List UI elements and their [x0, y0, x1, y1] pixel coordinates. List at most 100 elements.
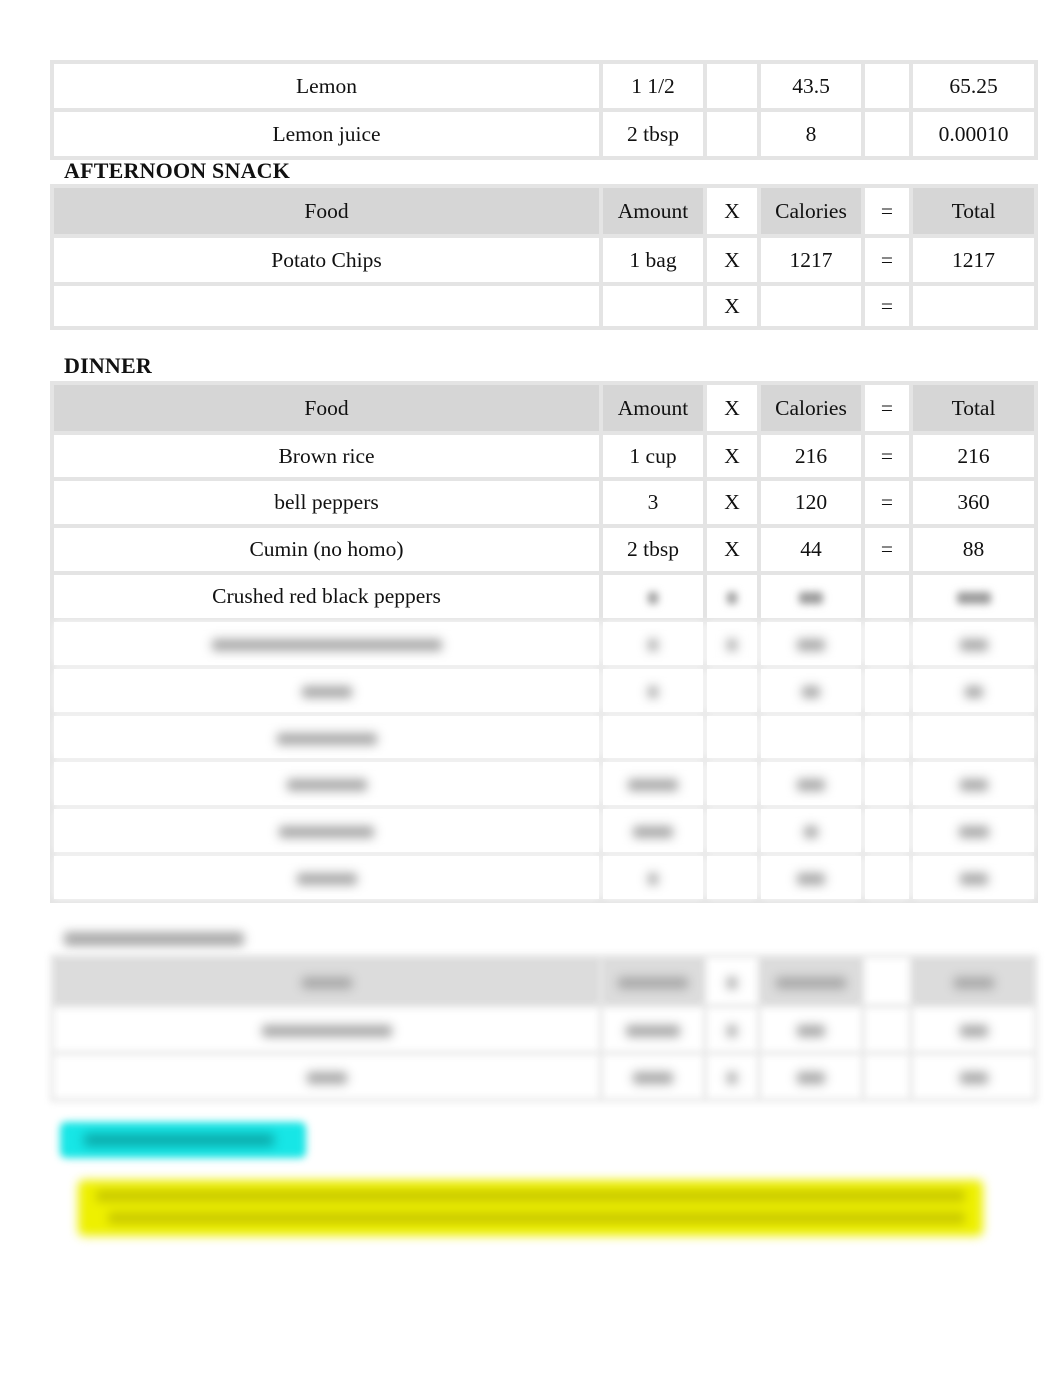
times-cell: X	[703, 477, 761, 528]
afternoon-snack-table: Food Amount X Calories = Total Potato Ch…	[50, 184, 1038, 330]
blurred-text	[797, 779, 825, 792]
total-cell	[909, 758, 1038, 809]
blurred-text	[286, 779, 367, 792]
header-times: X	[703, 184, 761, 238]
food-cell	[50, 282, 603, 330]
cyan-highlight-note	[60, 1122, 306, 1158]
header-calories: Calories	[757, 184, 865, 238]
amount-cell: 1 cup	[599, 431, 707, 481]
header-times: X	[703, 381, 761, 435]
calories-cell: 8	[757, 108, 865, 160]
blurred-text	[633, 1072, 673, 1085]
amount-cell: 2 tbsp	[599, 108, 707, 160]
calories-cell	[757, 282, 865, 330]
blurred-text	[628, 779, 678, 792]
equals-cell: =	[861, 234, 913, 286]
equals-cell: =	[861, 524, 913, 575]
blurred-text	[959, 1025, 988, 1038]
calories-cell: 1217	[757, 234, 865, 286]
calories-cell	[757, 665, 865, 716]
blurred-text	[802, 686, 820, 699]
blurred-table-row	[50, 1004, 1038, 1055]
blurred-text	[301, 976, 352, 989]
blurred-text	[276, 732, 377, 745]
equals-cell	[861, 618, 913, 669]
food-cell: Cumin (no homo)	[50, 524, 603, 575]
food-cell	[50, 1051, 603, 1102]
table-row: Potato Chips 1 bag X 1217 = 1217	[50, 234, 1038, 286]
times-cell: X	[703, 524, 761, 575]
calories-cell: 43.5	[757, 60, 865, 112]
blurred-text	[956, 592, 991, 605]
table-row: Brown rice 1 cup X 216 = 216	[50, 431, 1038, 481]
times-cell: X	[703, 431, 761, 481]
equals-cell	[861, 805, 913, 856]
blurred-text	[296, 873, 357, 886]
equals-cell: =	[861, 477, 913, 528]
section-title-blurred	[64, 930, 244, 948]
total-cell: 65.25	[909, 60, 1038, 112]
food-cell	[50, 618, 603, 669]
total-cell	[909, 665, 1038, 716]
equals-cell	[861, 712, 913, 762]
times-cell	[703, 108, 761, 160]
blurred-text	[727, 639, 737, 652]
blurred-text	[797, 1072, 825, 1085]
blurred-text	[959, 1072, 988, 1085]
total-cell: 216	[909, 431, 1038, 481]
food-cell: Potato Chips	[50, 234, 603, 286]
times-cell	[703, 60, 761, 112]
blurred-table-row	[50, 805, 1038, 856]
blurred-table-row	[50, 758, 1038, 809]
equals-cell: =	[861, 431, 913, 481]
lunch-table-continued: Lemon 1 1/2 43.5 65.25 Lemon juice 2 tbs…	[50, 60, 1038, 160]
food-cell: Lemon juice	[50, 108, 603, 160]
blurred-text	[727, 1072, 737, 1085]
yellow-highlight-note	[78, 1180, 983, 1236]
blurred-text	[626, 1025, 680, 1038]
blurred-text	[84, 1134, 274, 1146]
blurred-text	[727, 592, 737, 605]
total-cell	[909, 1004, 1038, 1055]
times-cell	[703, 571, 761, 622]
header-food: Food	[50, 184, 603, 238]
blurred-text	[306, 1072, 347, 1085]
blurred-text	[727, 976, 737, 989]
times-cell	[703, 665, 761, 716]
times-cell	[703, 1004, 761, 1055]
amount-cell: 2 tbsp	[599, 524, 707, 575]
total-cell	[909, 1051, 1038, 1102]
food-cell: Lemon	[50, 60, 603, 112]
table-row: Cumin (no homo) 2 tbsp X 44 = 88	[50, 524, 1038, 575]
blurred-text	[797, 873, 825, 886]
blurred-table-row	[50, 665, 1038, 716]
times-cell: X	[703, 234, 761, 286]
amount-cell	[599, 282, 707, 330]
blurred-text	[279, 826, 374, 839]
table-row: X =	[50, 282, 1038, 330]
blurred-text	[633, 826, 673, 839]
times-cell: X	[703, 282, 761, 330]
times-cell	[703, 758, 761, 809]
blurred-table-row	[50, 712, 1038, 762]
amount-cell: 1 bag	[599, 234, 707, 286]
table-header-row	[50, 954, 1038, 1008]
blurred-text	[301, 686, 352, 699]
blurred-text	[797, 1025, 825, 1038]
calories-cell	[757, 1051, 865, 1102]
calories-cell	[757, 712, 865, 762]
blurred-text	[648, 873, 658, 886]
blurred-text	[648, 686, 658, 699]
equals-cell	[861, 571, 913, 622]
amount-cell	[599, 758, 707, 809]
amount-cell	[599, 712, 707, 762]
blurred-text	[64, 932, 244, 947]
header-total	[909, 954, 1038, 1008]
header-amount	[599, 954, 707, 1008]
header-equals	[861, 954, 913, 1008]
blurred-text	[959, 873, 988, 886]
amount-cell	[599, 852, 707, 903]
equals-cell: =	[861, 282, 913, 330]
blurred-text	[797, 639, 825, 652]
calories-cell	[757, 852, 865, 903]
